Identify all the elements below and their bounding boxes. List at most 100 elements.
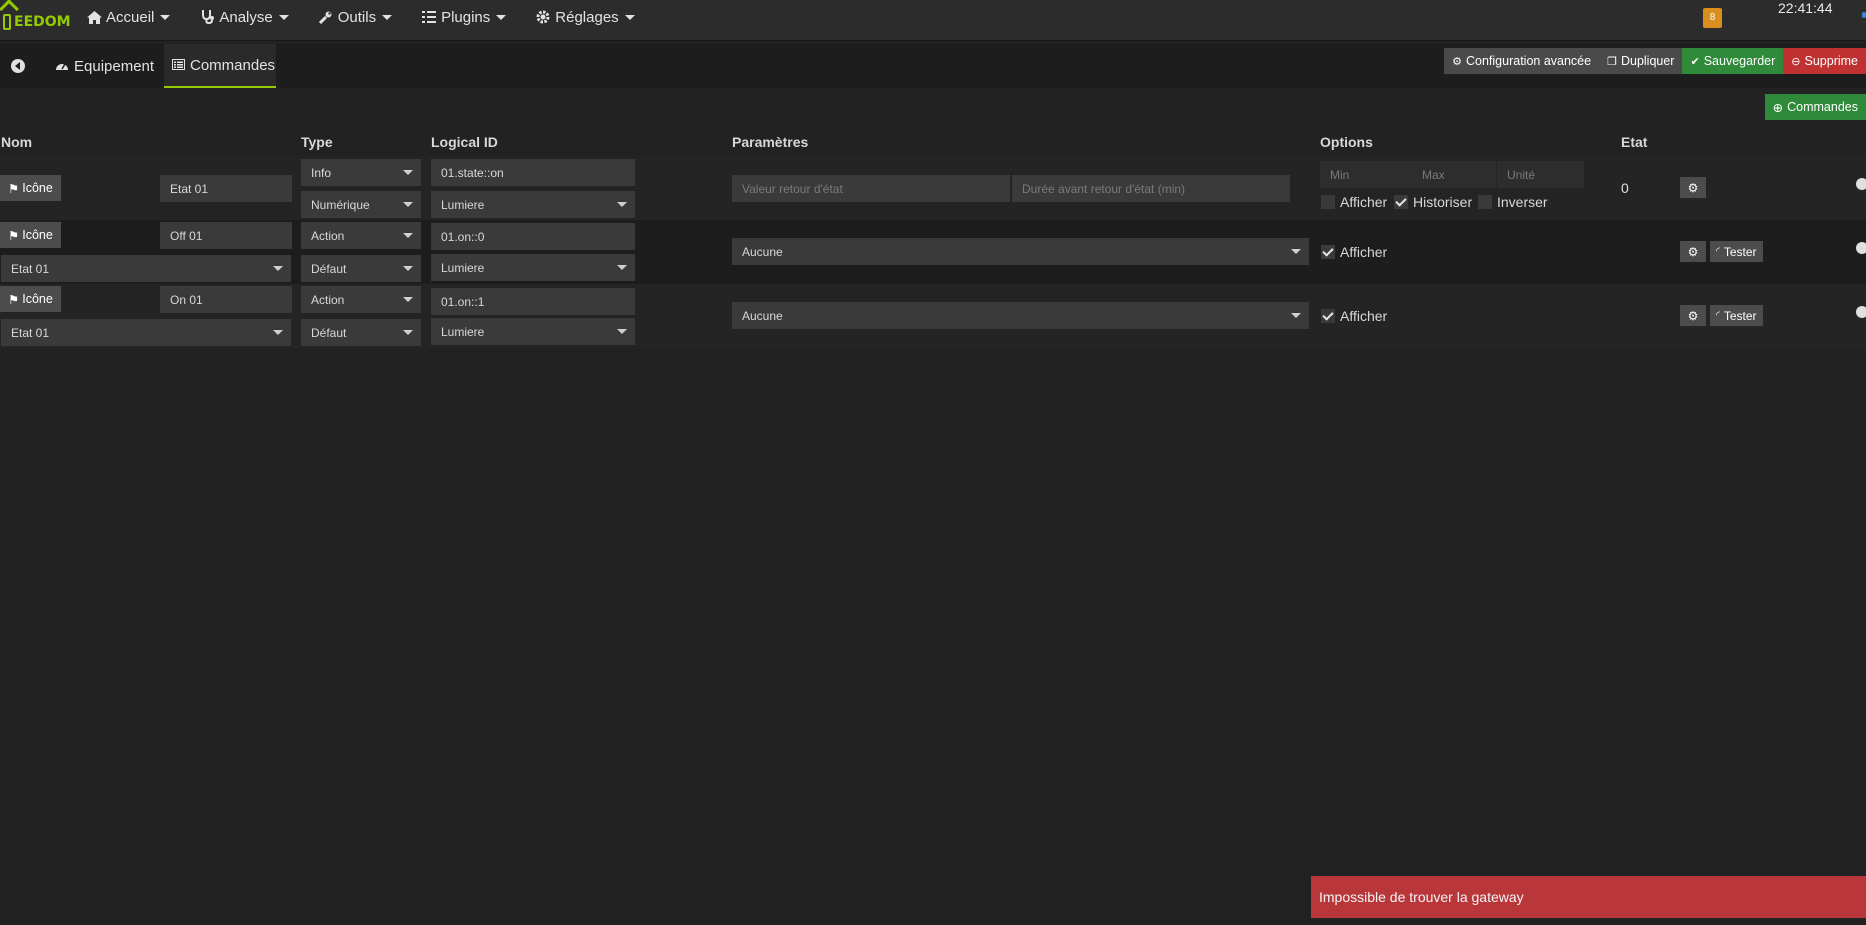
subtype-select[interactable]: Numérique (301, 191, 421, 218)
config-cogs-button[interactable]: ⚙ (1680, 177, 1706, 198)
remove-command-icon[interactable] (1856, 178, 1866, 190)
param-select[interactable]: Aucune (732, 302, 1309, 329)
delete-label: Supprime (1804, 54, 1859, 68)
type-select[interactable]: Info (301, 159, 421, 186)
delete-button[interactable]: ⊖ Supprime (1783, 48, 1866, 74)
info-link-select[interactable]: Etat 01 (1, 319, 291, 346)
header-type: Type (301, 134, 333, 150)
add-commands-button[interactable]: ⊕ Commandes (1764, 94, 1866, 120)
test-button[interactable]: ◜ Tester (1710, 305, 1763, 326)
copy-icon: ❐ (1607, 55, 1617, 68)
cogs-icon: ⚙ (1687, 180, 1699, 195)
rss-icon: ◜ (1716, 246, 1720, 257)
history-checkbox[interactable] (1394, 195, 1408, 209)
return-delay-input[interactable]: Durée avant retour d'état (min) (1012, 175, 1290, 202)
state-value: 0 (1621, 180, 1629, 196)
icon-picker-button[interactable]: ⚑ Icône (0, 286, 61, 312)
menu-outils[interactable]: Outils (318, 6, 405, 28)
chevron-down-icon (624, 14, 635, 20)
tabs-bar: Equipement Commandes ⚙ Configuration ava… (0, 44, 1866, 88)
tab-equipement-label: Equipement (74, 57, 155, 75)
param-select[interactable]: Aucune (732, 238, 1309, 265)
menu-reglages-label: Réglages (555, 8, 619, 26)
main-menu: Accueil Analyse Outils Plugins Réglages (86, 6, 664, 28)
header-nom: Nom (1, 134, 33, 150)
error-toast[interactable]: Impossible de trouver la gateway (1311, 876, 1866, 918)
logical-id-input[interactable]: 01.on::1 (431, 288, 635, 315)
menu-plugins[interactable]: Plugins (421, 6, 519, 28)
show-label: Afficher (1340, 308, 1388, 324)
logo-j-shape (3, 14, 11, 30)
advanced-config-button[interactable]: ⚙ Configuration avancée (1444, 48, 1600, 74)
return-value-input[interactable]: Valeur retour d'état (732, 175, 1010, 202)
menu-plugins-label: Plugins (441, 8, 491, 26)
logical-id-input[interactable]: 01.state::on (431, 159, 635, 186)
add-commands-label: Commandes (1787, 100, 1858, 114)
top-navbar: EEDOM Accueil Analyse Outils Plugins Rég… (0, 0, 1866, 41)
chevron-down-icon (382, 14, 393, 20)
type-select[interactable]: Action (301, 286, 421, 313)
subtype-select[interactable]: Défaut (301, 319, 421, 346)
save-button[interactable]: ✔ Sauvegarder (1682, 48, 1784, 74)
header-etat: Etat (1621, 134, 1648, 150)
home-icon (86, 10, 102, 24)
menu-outils-label: Outils (337, 8, 377, 26)
invert-label: Inverser (1497, 194, 1548, 210)
generic-type-select[interactable]: Lumiere (431, 191, 635, 218)
unit-input[interactable]: Unité (1497, 161, 1584, 188)
clock: 22:41:44 (1778, 0, 1833, 16)
back-arrow-icon[interactable] (11, 59, 25, 73)
invert-checkbox[interactable] (1478, 195, 1492, 209)
test-button[interactable]: ◜ Tester (1710, 241, 1763, 262)
stethoscope-icon (199, 10, 215, 24)
chevron-down-icon (160, 14, 171, 20)
tasks-icon (421, 10, 437, 24)
flag-icon: ⚑ (8, 181, 20, 196)
menu-accueil[interactable]: Accueil (86, 6, 183, 28)
subtype-select[interactable]: Défaut (301, 255, 421, 282)
command-name-input[interactable]: Off 01 (160, 222, 292, 249)
icon-picker-button[interactable]: ⚑ Icône (0, 175, 61, 201)
show-checkbox[interactable] (1321, 195, 1335, 209)
generic-type-select[interactable]: Lumiere (431, 254, 635, 281)
wrench-icon (318, 10, 334, 24)
plus-circle-icon: ⊕ (1772, 100, 1784, 115)
menu-analyse[interactable]: Analyse (199, 6, 301, 28)
config-cogs-button[interactable]: ⚙ (1680, 305, 1706, 326)
history-label: Historiser (1413, 194, 1473, 210)
show-label: Afficher (1340, 244, 1388, 260)
command-name-input[interactable]: Etat 01 (160, 175, 292, 202)
tab-equipement[interactable]: Equipement (47, 44, 162, 88)
command-name-input[interactable]: On 01 (160, 286, 292, 313)
config-cogs-button[interactable]: ⚙ (1680, 241, 1706, 262)
icon-picker-button[interactable]: ⚑ Icône (0, 222, 61, 248)
logical-id-input[interactable]: 01.on::0 (431, 223, 635, 250)
min-input[interactable]: Min (1320, 161, 1412, 188)
chevron-down-icon (496, 14, 507, 20)
generic-type-select[interactable]: Lumiere (431, 318, 635, 345)
menu-reglages[interactable]: Réglages (535, 6, 647, 28)
flag-icon: ⚑ (8, 228, 20, 243)
cogs-icon (535, 10, 551, 24)
jeedom-logo[interactable]: EEDOM (0, 0, 72, 36)
list-alt-icon (172, 58, 185, 73)
info-link-select[interactable]: Etat 01 (1, 255, 291, 282)
header-options: Options (1320, 134, 1373, 150)
header-parametres: Paramètres (732, 134, 809, 150)
show-checkbox[interactable] (1321, 309, 1335, 323)
menu-analyse-label: Analyse (219, 8, 273, 26)
max-input[interactable]: Max (1412, 161, 1496, 188)
action-buttons: ⚙ Configuration avancée ❐ Dupliquer ✔ Sa… (1444, 48, 1866, 74)
header-logical-id: Logical ID (431, 134, 498, 150)
type-select[interactable]: Action (301, 222, 421, 249)
show-checkbox[interactable] (1321, 245, 1335, 259)
tab-commandes[interactable]: Commandes (164, 44, 276, 88)
check-circle-icon: ✔ (1690, 55, 1700, 68)
remove-command-icon[interactable] (1856, 242, 1866, 254)
rss-icon: ◜ (1716, 310, 1720, 321)
icon-button-label: Icône (22, 228, 53, 242)
remove-command-icon[interactable] (1856, 306, 1866, 318)
notification-badge[interactable]: 8 (1703, 8, 1722, 28)
duplicate-button[interactable]: ❐ Dupliquer (1599, 48, 1683, 74)
status-dot-icon (1862, 12, 1866, 18)
